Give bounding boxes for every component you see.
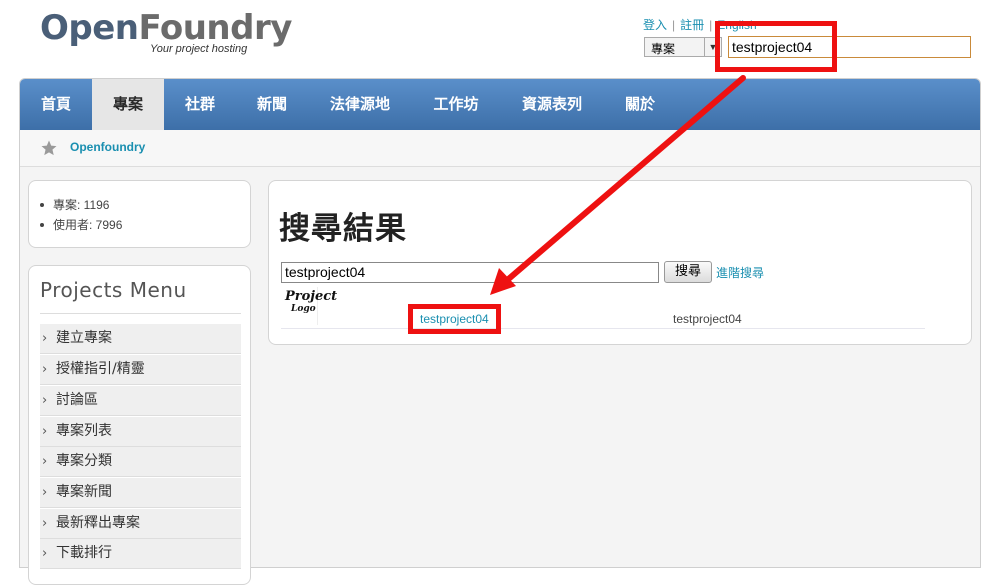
nav-item-home[interactable]: 首頁 xyxy=(20,79,92,130)
menu-item-label: 專案分類 xyxy=(56,453,112,469)
nav-item-about[interactable]: 關於 xyxy=(602,79,678,130)
advanced-search-link[interactable]: 進階搜尋 xyxy=(716,264,764,281)
menu-item-label: 下載排行 xyxy=(56,545,112,561)
project-logo: Project Logo xyxy=(281,287,337,325)
search-scope-value: 專案 xyxy=(651,42,676,56)
menu-item-license-guide[interactable]: › 授權指引/精靈 xyxy=(40,355,241,385)
project-logo-line1: Project xyxy=(285,289,338,304)
chevron-right-icon: › xyxy=(42,546,48,561)
main-nav: 首頁 專案 社群 新聞 法律源地 工作坊 資源表列 關於 xyxy=(20,79,980,130)
chevron-right-icon: › xyxy=(42,362,48,377)
menu-item-label: 專案新聞 xyxy=(56,484,112,500)
stat-projects: 專案: 1196 xyxy=(40,195,250,215)
login-link[interactable]: 登入 xyxy=(643,18,667,32)
menu-item-download-ranking[interactable]: › 下載排行 xyxy=(40,539,241,569)
logo-foundry-text: Foundry xyxy=(138,8,293,48)
menu-item-forum[interactable]: › 討論區 xyxy=(40,386,241,416)
register-link[interactable]: 註冊 xyxy=(680,18,704,32)
chevron-down-icon: ▼ xyxy=(704,38,721,56)
search-results-panel: 搜尋結果 testproject04 搜尋 進階搜尋 Project Logo t… xyxy=(268,180,972,345)
nav-item-workshop[interactable]: 工作坊 xyxy=(410,79,502,130)
projects-menu-title: Projects Menu xyxy=(40,278,187,302)
top-links: 登入 | 註冊 | English xyxy=(643,18,757,32)
nav-item-community[interactable]: 社群 xyxy=(164,79,236,130)
star-icon xyxy=(41,140,57,156)
menu-item-label: 專案列表 xyxy=(56,423,112,439)
result-description: testproject04 xyxy=(673,312,742,326)
divider xyxy=(281,328,925,329)
search-input[interactable]: testproject04 xyxy=(281,262,659,283)
chevron-right-icon: › xyxy=(42,424,48,439)
breadcrumb: Openfoundry xyxy=(20,130,980,167)
result-project-link[interactable]: testproject04 xyxy=(420,312,489,326)
site-logo[interactable]: OpenFoundry Your project hosting xyxy=(40,8,293,55)
menu-item-label: 建立專案 xyxy=(56,330,112,346)
chevron-right-icon: › xyxy=(42,331,48,346)
divider xyxy=(40,313,241,314)
nav-item-projects[interactable]: 專案 xyxy=(92,79,164,130)
search-button[interactable]: 搜尋 xyxy=(664,261,712,283)
nav-item-legal[interactable]: 法律源地 xyxy=(310,79,410,130)
stat-users: 使用者: 7996 xyxy=(40,215,250,235)
top-search-input[interactable]: testproject04 xyxy=(728,36,971,58)
menu-item-project-news[interactable]: › 專案新聞 xyxy=(40,478,241,508)
english-link[interactable]: English xyxy=(717,18,756,32)
logo-open-text: Open xyxy=(40,8,139,48)
page-title: 搜尋結果 xyxy=(279,211,407,247)
menu-item-latest-releases[interactable]: › 最新釋出專案 xyxy=(40,509,241,539)
projects-menu: Projects Menu › 建立專案 › 授權指引/精靈 › 討論區 › 專案列表 … xyxy=(28,265,251,585)
breadcrumb-home-link[interactable]: Openfoundry xyxy=(70,140,145,154)
site-stats-box: 專案: 1196 使用者: 7996 xyxy=(28,180,251,248)
menu-item-project-list[interactable]: › 專案列表 xyxy=(40,417,241,447)
menu-item-create-project[interactable]: › 建立專案 xyxy=(40,324,241,354)
project-logo-line2: Logo xyxy=(291,304,316,314)
chevron-right-icon: › xyxy=(42,516,48,531)
menu-item-label: 最新釋出專案 xyxy=(56,515,140,531)
search-scope-select[interactable]: 專案 ▼ xyxy=(644,37,722,57)
nav-item-resources[interactable]: 資源表列 xyxy=(502,79,602,130)
chevron-right-icon: › xyxy=(42,393,48,408)
menu-item-project-categories[interactable]: › 專案分類 xyxy=(40,447,241,477)
chevron-right-icon: › xyxy=(42,485,48,500)
menu-item-label: 討論區 xyxy=(56,392,98,408)
chevron-right-icon: › xyxy=(42,454,48,469)
nav-item-news[interactable]: 新聞 xyxy=(236,79,308,130)
logo-tagline: Your project hosting xyxy=(150,43,248,55)
menu-item-label: 授權指引/精靈 xyxy=(56,361,145,377)
